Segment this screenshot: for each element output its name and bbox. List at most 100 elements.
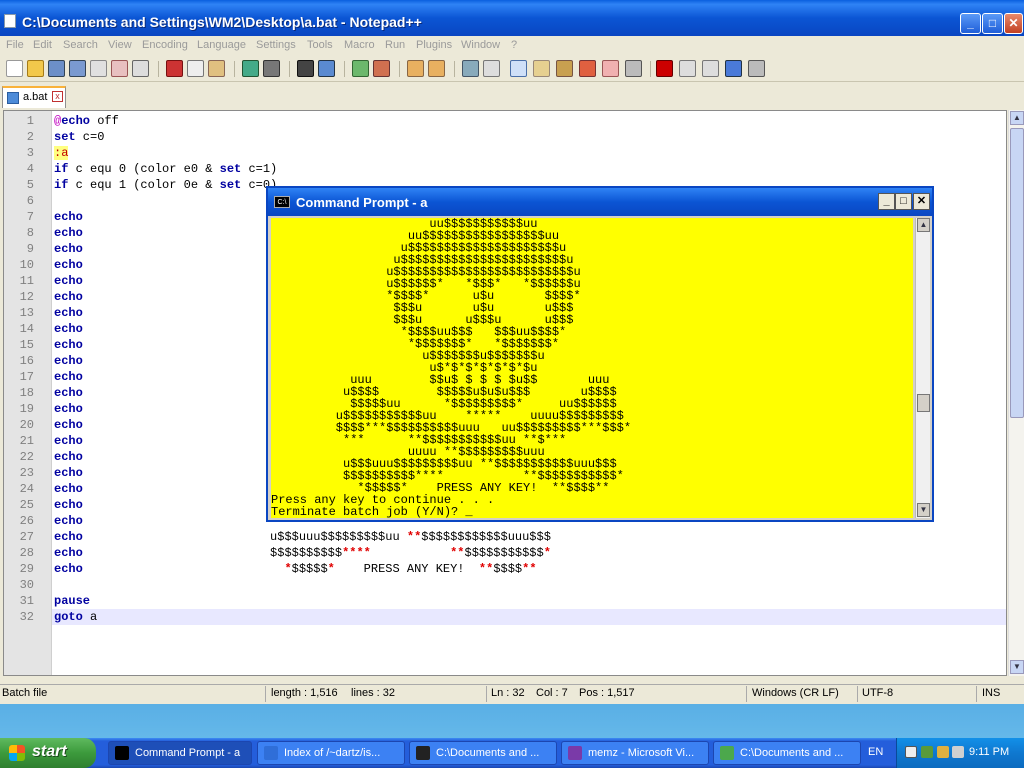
save-macro-icon[interactable] (748, 60, 765, 77)
language-indicator[interactable]: EN (868, 746, 883, 758)
close-button[interactable]: ✕ (1004, 13, 1023, 34)
scroll-down-icon[interactable]: ▼ (1010, 660, 1024, 674)
cmd-title-bar[interactable]: C:\ Command Prompt - a _ □ ✕ (268, 188, 932, 216)
code-line[interactable]: echo $$ (54, 481, 284, 497)
code-line[interactable]: echo (54, 417, 83, 433)
code-line[interactable]: echo (54, 337, 83, 353)
close-all-icon[interactable] (111, 60, 128, 77)
redo-icon[interactable] (263, 60, 280, 77)
menu-plugins[interactable]: Plugins (416, 39, 452, 51)
code-line[interactable]: echo (54, 289, 83, 305)
code-line[interactable]: echo (54, 353, 83, 369)
code-line[interactable]: @echo off (54, 113, 119, 129)
task-notepadpp[interactable]: C:\Documents and ... (713, 741, 861, 765)
cmd-scroll-thumb[interactable] (917, 394, 930, 412)
menu-view[interactable]: View (108, 39, 132, 51)
document-map-icon[interactable] (533, 60, 550, 77)
menu-help[interactable]: ? (511, 39, 517, 51)
cmd-scrollbar[interactable]: ▲ ▼ (915, 218, 930, 518)
volume-tray-icon[interactable] (937, 746, 949, 758)
code-line[interactable]: echo u$ (54, 465, 284, 481)
word-wrap-icon[interactable] (462, 60, 479, 77)
play-macro-icon[interactable] (702, 60, 719, 77)
code-line[interactable]: echo (54, 241, 83, 257)
cmd-maximize-button[interactable]: □ (895, 193, 912, 210)
save-all-icon[interactable] (69, 60, 86, 77)
network-tray-icon[interactable] (921, 746, 933, 758)
menu-run[interactable]: Run (385, 39, 405, 51)
menu-window[interactable]: Window (461, 39, 500, 51)
record-macro-icon[interactable] (656, 60, 673, 77)
maximize-button[interactable]: □ (982, 13, 1003, 34)
code-line[interactable]: echo (54, 369, 83, 385)
menu-macro[interactable]: Macro (344, 39, 375, 51)
tab-a-bat[interactable]: a.bat x (2, 86, 66, 108)
vertical-scrollbar[interactable]: ▲ ▼ (1008, 110, 1024, 676)
new-file-icon[interactable] (6, 60, 23, 77)
replace-icon[interactable] (318, 60, 335, 77)
code-line[interactable]: echo (54, 513, 83, 529)
code-line[interactable]: echo * (54, 497, 284, 513)
menu-file[interactable]: File (6, 39, 24, 51)
menu-settings[interactable]: Settings (256, 39, 296, 51)
code-line[interactable]: :a (54, 145, 69, 161)
code-line[interactable]: echo $$$$$$$$$$**** **$$$$$$$$$$$* (54, 545, 551, 561)
open-file-icon[interactable] (27, 60, 44, 77)
code-line[interactable]: goto a (54, 609, 97, 625)
code-line[interactable]: if c equ 1 (color 0e & set c=0) (54, 177, 277, 193)
menu-encoding[interactable]: Encoding (142, 39, 188, 51)
run-macro-multiple-icon[interactable] (725, 60, 742, 77)
scroll-thumb[interactable] (1010, 128, 1024, 418)
sync-horizontal-icon[interactable] (428, 60, 445, 77)
indent-guide-icon[interactable] (510, 60, 527, 77)
cmd-minimize-button[interactable]: _ (878, 193, 895, 210)
show-all-chars-icon[interactable] (483, 60, 500, 77)
paste-icon[interactable] (208, 60, 225, 77)
cmd-scroll-down-icon[interactable]: ▼ (917, 503, 930, 517)
code-line[interactable]: echo *$$$$$* PRESS ANY KEY! **$$$$** (54, 561, 537, 577)
copy-icon[interactable] (187, 60, 204, 77)
monitoring-icon[interactable] (625, 60, 642, 77)
update-tray-icon[interactable] (952, 746, 964, 758)
title-bar[interactable]: C:\Documents and Settings\WM2\Desktop\a.… (0, 0, 1024, 36)
folder-workspace-icon[interactable] (579, 60, 596, 77)
task-7zip[interactable]: C:\Documents and ... (409, 741, 557, 765)
cmd-close-button[interactable]: ✕ (913, 193, 930, 210)
code-line[interactable]: echo (54, 209, 83, 225)
console-output[interactable]: uu$$$$$$$$$$$uu uu$$$$$$$$$$$$$$$$$uu u$… (271, 218, 913, 518)
zoom-in-icon[interactable] (352, 60, 369, 77)
task-command-prompt[interactable]: Command Prompt - a (108, 741, 252, 765)
code-line[interactable]: echo (54, 433, 83, 449)
menu-search[interactable]: Search (63, 39, 98, 51)
code-line[interactable]: echo (54, 257, 83, 273)
code-line[interactable]: set c=0 (54, 129, 104, 145)
menu-edit[interactable]: Edit (33, 39, 52, 51)
zoom-out-icon[interactable] (373, 60, 390, 77)
close-file-icon[interactable] (90, 60, 107, 77)
cmd-scroll-up-icon[interactable]: ▲ (917, 218, 930, 232)
code-line[interactable]: echo u$$$uuu$$$$$$$$$uu **$$$$$$$$$$$$uu… (54, 529, 551, 545)
save-icon[interactable] (48, 60, 65, 77)
function-list-icon[interactable] (556, 60, 573, 77)
code-line[interactable]: pause (54, 593, 90, 609)
cut-icon[interactable] (166, 60, 183, 77)
stop-recording-icon[interactable] (679, 60, 696, 77)
task-browser[interactable]: Index of /~dartz/is... (257, 741, 405, 765)
find-icon[interactable] (297, 60, 314, 77)
tab-close-icon[interactable]: x (52, 91, 63, 102)
code-line[interactable]: echo (54, 449, 83, 465)
start-button[interactable]: start (0, 738, 96, 768)
scroll-up-icon[interactable]: ▲ (1010, 111, 1024, 125)
hfs-tray-icon[interactable] (905, 746, 917, 758)
code-line[interactable]: if c equ 0 (color e0 & set c=1) (54, 161, 277, 177)
sync-vertical-icon[interactable] (407, 60, 424, 77)
menu-tools[interactable]: Tools (307, 39, 333, 51)
folder-icon[interactable] (602, 60, 619, 77)
code-line[interactable]: echo (54, 385, 83, 401)
menu-language[interactable]: Language (197, 39, 246, 51)
undo-icon[interactable] (242, 60, 259, 77)
print-icon[interactable] (132, 60, 149, 77)
code-line[interactable]: echo (54, 321, 83, 337)
minimize-button[interactable]: _ (960, 13, 981, 34)
code-line[interactable]: echo (54, 401, 83, 417)
